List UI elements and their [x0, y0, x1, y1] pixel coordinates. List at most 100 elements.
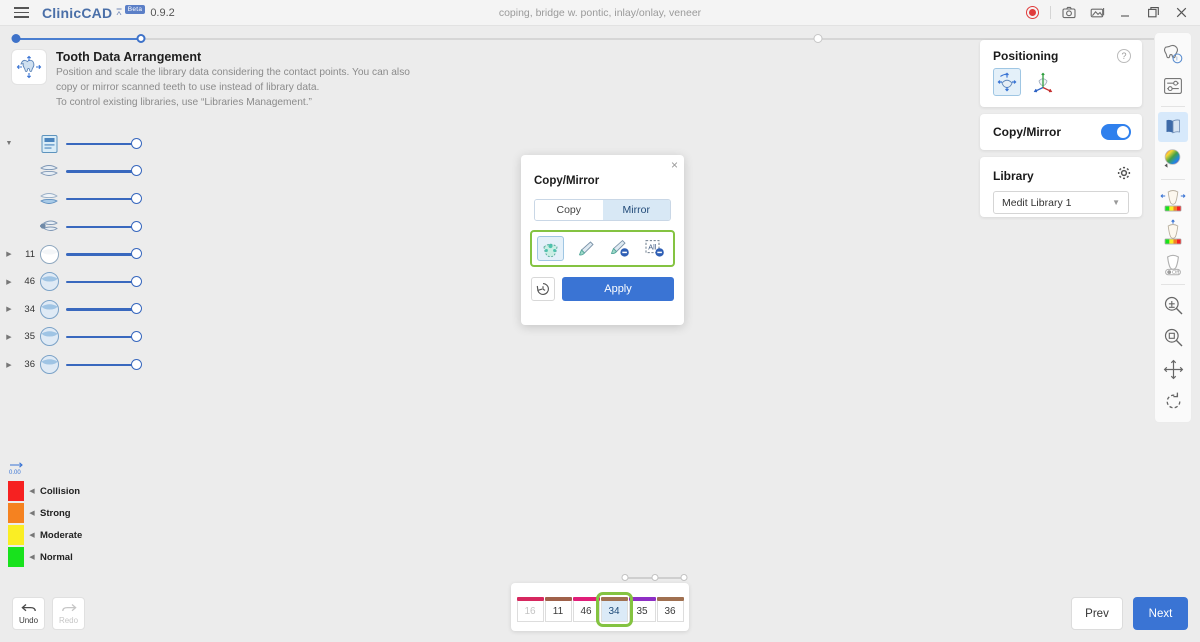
upper-lower-arch-icon[interactable] [36, 160, 62, 182]
rotate-icon[interactable] [1158, 386, 1188, 416]
tooth-chip-35[interactable]: 35 [628, 597, 656, 622]
copy-mirror-dialog[interactable]: × Copy/Mirror Copy Mirror All Apply [521, 155, 684, 325]
prev-button[interactable]: Prev [1071, 597, 1123, 630]
occlusal-contact-icon[interactable] [1158, 217, 1188, 247]
mini-node-3[interactable] [680, 574, 688, 581]
tab-copy[interactable]: Copy [535, 200, 603, 220]
tooth-46-icon[interactable] [36, 271, 62, 293]
record-button[interactable] [1019, 2, 1045, 24]
minimize-button[interactable] [1112, 2, 1138, 24]
gear-icon[interactable] [1117, 166, 1131, 185]
chevron-right-icon[interactable]: ▶ [0, 361, 18, 369]
tooth-35-icon[interactable] [36, 326, 62, 348]
distance-scale-icon[interactable]: 0.00 [8, 460, 26, 476]
tooth-upper-right-molar[interactable] [750, 92, 870, 204]
zoom-in-icon[interactable] [1158, 290, 1188, 320]
section-view-icon[interactable] [1158, 112, 1188, 142]
maximize-button[interactable] [1140, 2, 1166, 24]
tooth-chip-34[interactable]: 34 [595, 592, 633, 627]
free-move-tool[interactable] [993, 68, 1021, 96]
apply-button[interactable]: Apply [562, 277, 674, 301]
tab-mirror[interactable]: Mirror [602, 200, 670, 220]
lower-arch-icon[interactable] [36, 188, 62, 210]
redo-button[interactable]: Redo [52, 597, 85, 630]
opacity-slider-tooth-46[interactable] [66, 275, 142, 289]
opacity-slider-tooth-34[interactable] [66, 302, 142, 316]
tooth-anterior[interactable] [451, 497, 503, 565]
opacity-slider-lower[interactable] [66, 192, 142, 206]
opacity-slider-arch[interactable] [66, 164, 142, 178]
opacity-slider-tooth-36[interactable] [66, 358, 142, 372]
tooth-chip-label: 16 [516, 601, 544, 622]
chevron-right-icon[interactable]: ▶ [0, 250, 18, 258]
zoom-fit-icon[interactable] [1158, 322, 1188, 352]
axis-align-tool[interactable] [1029, 68, 1057, 96]
color-wheel-icon[interactable] [1158, 144, 1188, 174]
reset-history-icon[interactable] [531, 277, 555, 301]
library-select[interactable]: Medit Library 1 ▼ [993, 191, 1129, 214]
tooth-off-icon[interactable]: Off [1158, 249, 1188, 279]
next-button[interactable]: Next [1133, 597, 1188, 630]
copy-mirror-toggle[interactable] [1101, 124, 1131, 140]
tooth-chip-11[interactable]: 11 [544, 597, 572, 622]
proximal-contact-icon[interactable] [1158, 185, 1188, 215]
opacity-slider-die[interactable] [66, 220, 142, 234]
sidebar-row-upper-lower-arch[interactable] [0, 158, 160, 186]
close-button[interactable] [1168, 2, 1194, 24]
sidebar-row-lower-arch[interactable] [0, 185, 160, 213]
tooth-selected-teal[interactable] [362, 414, 446, 498]
tooth-lower-right-premolar[interactable] [683, 438, 765, 518]
sidebar-item-tooth-35[interactable]: ▶ 35 [0, 323, 160, 351]
deselect-all-tool[interactable]: All [641, 236, 668, 261]
brush-remove-tool[interactable] [606, 236, 633, 261]
stepper-node-2[interactable] [136, 34, 146, 43]
tooth-anterior[interactable] [657, 505, 707, 569]
selection-box[interactable] [352, 403, 457, 508]
pan-icon[interactable] [1158, 354, 1188, 384]
brush-add-tool[interactable] [572, 236, 599, 261]
tooth-chip-16[interactable]: 16 [516, 597, 544, 622]
tooth-11-icon[interactable] [36, 243, 62, 265]
stepper-node-3[interactable] [813, 34, 823, 43]
screenshot-button[interactable] [1056, 2, 1082, 24]
sidebar-item-tooth-36[interactable]: ▶ 36 [0, 351, 160, 379]
chevron-right-icon[interactable]: ▶ [0, 333, 18, 341]
tooth-contact-molar-1[interactable] [740, 226, 844, 326]
tooth-36-icon[interactable] [36, 354, 62, 376]
stepper-node-1[interactable] [11, 34, 21, 43]
legend-item-strong: ◀ Strong [8, 502, 118, 524]
opacity-slider-tooth-11[interactable] [66, 247, 142, 261]
divider [1161, 106, 1185, 107]
sidebar-item-tooth-11[interactable]: ▶ 11 [0, 240, 160, 268]
opacity-slider-tooth-35[interactable] [66, 330, 142, 344]
chevron-down-icon[interactable]: ▼ [0, 140, 18, 147]
gallery-button[interactable] [1084, 2, 1110, 24]
undo-button[interactable]: Undo [12, 597, 45, 630]
occlusion-info-icon[interactable]: i [1158, 39, 1188, 69]
mini-node-2[interactable] [651, 574, 659, 581]
library-header: Library [980, 157, 1142, 185]
document-layer-icon[interactable] [36, 133, 62, 155]
sidebar-row-die-model[interactable] [0, 213, 160, 241]
sidebar-row-document[interactable]: ▼ [0, 130, 160, 158]
die-model-icon[interactable] [36, 216, 62, 238]
mini-node-1[interactable] [621, 574, 629, 581]
tooth-34-icon[interactable] [36, 298, 62, 320]
sidebar-item-tooth-46[interactable]: ▶ 46 [0, 268, 160, 296]
tooth-lower-left-premolar[interactable] [334, 344, 416, 424]
auto-select-tool[interactable] [537, 236, 564, 261]
sidebar-item-tooth-34[interactable]: ▶ 34 [0, 296, 160, 324]
opacity-slider-document[interactable] [66, 137, 142, 151]
tooth-chip-46[interactable]: 46 [572, 597, 600, 622]
tooth-anterior[interactable] [553, 530, 607, 586]
hamburger-icon[interactable] [6, 7, 36, 18]
tooth-contact-molar-2[interactable] [719, 335, 815, 427]
settings-sliders-icon[interactable] [1158, 71, 1188, 101]
tooth-anterior[interactable] [501, 521, 553, 586]
tooth-library-blue[interactable] [319, 213, 425, 315]
close-icon[interactable]: × [671, 158, 678, 172]
chevron-right-icon[interactable]: ▶ [0, 305, 18, 313]
help-icon[interactable]: ? [1117, 49, 1131, 63]
chevron-right-icon[interactable]: ▶ [0, 278, 18, 286]
tooth-chip-36[interactable]: 36 [656, 597, 684, 622]
